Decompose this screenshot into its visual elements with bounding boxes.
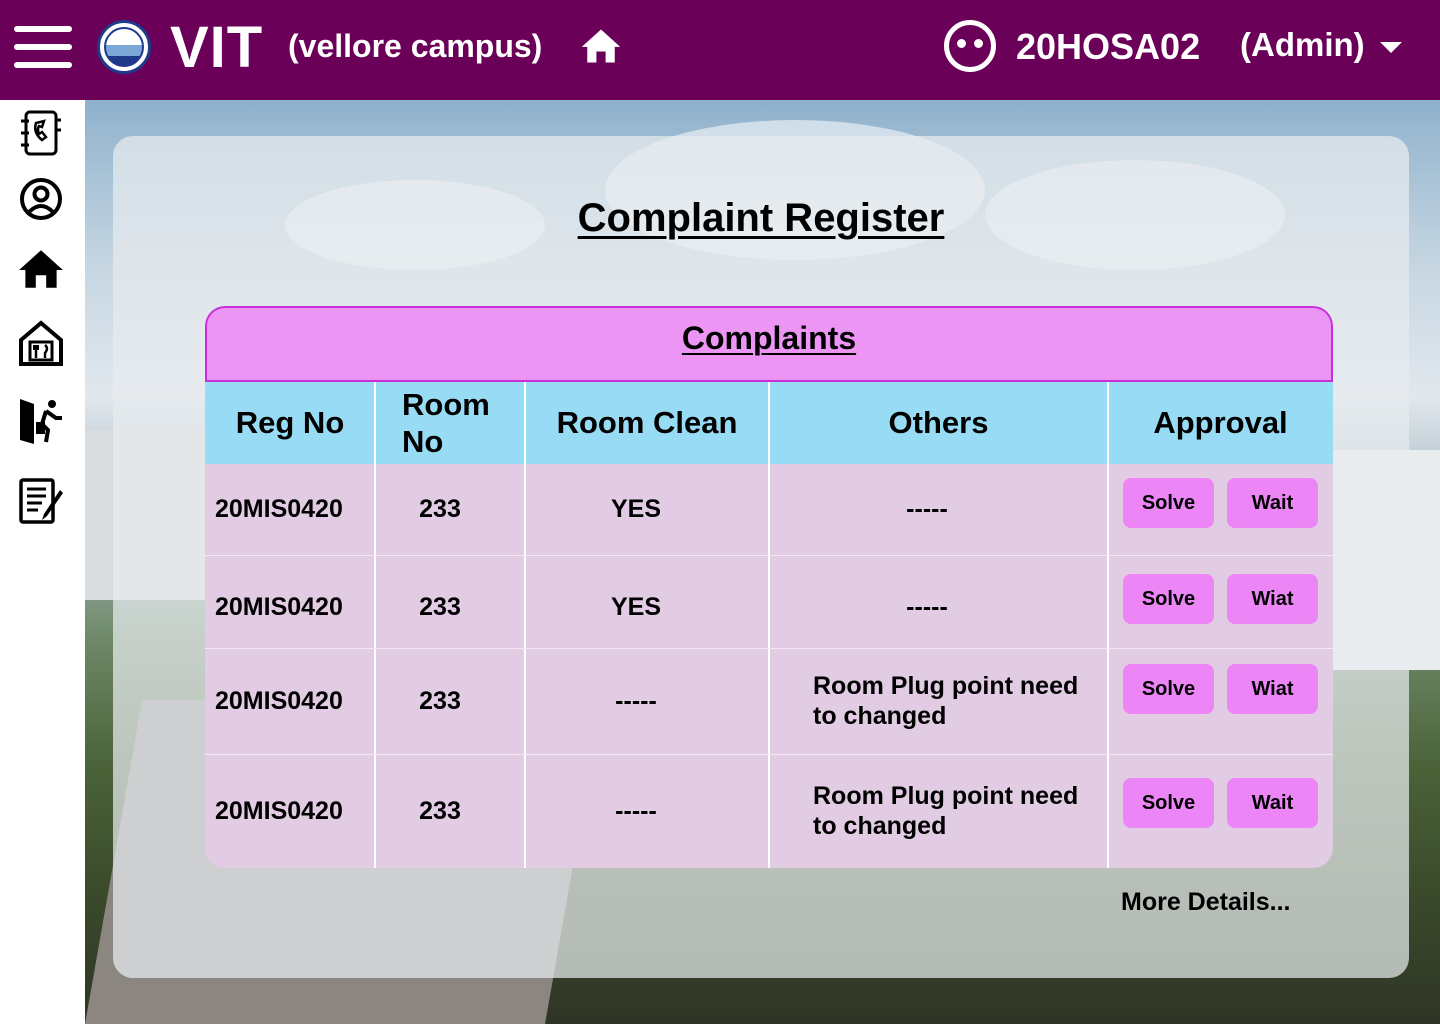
campus-name: (vellore campus): [288, 28, 543, 64]
vit-logo-icon: [97, 20, 151, 74]
complaint-form-icon[interactable]: [16, 474, 66, 528]
hamburger-menu-icon[interactable]: [14, 26, 72, 68]
others-cell: Room Plug point need to changed: [813, 672, 1079, 730]
others-cell: Room Plug point need to changed: [813, 782, 1079, 840]
sidebar: [0, 100, 85, 1024]
table-caption: Complaints: [681, 320, 857, 356]
more-details-link[interactable]: More Details...: [1121, 888, 1291, 917]
reg-no-cell: 20MIS0420: [215, 593, 343, 621]
table-row: 20MIS0420 233 ----- Room Plug point need…: [205, 648, 1333, 754]
page-title-wrap: Complaint Register: [113, 196, 1409, 241]
room-clean-cell: -----: [615, 796, 657, 825]
column-header-approval: Approval: [1153, 405, 1288, 441]
user-profile-icon[interactable]: [16, 172, 66, 226]
user-id: 20HOSA02: [1016, 26, 1201, 67]
column-header-room-clean: Room Clean: [556, 405, 738, 441]
contacts-book-icon[interactable]: [16, 106, 66, 160]
leave-exit-icon[interactable]: [16, 394, 66, 448]
page-title: Complaint Register: [577, 196, 945, 240]
room-clean-cell: YES: [610, 495, 662, 523]
wait-button[interactable]: Wiat: [1227, 574, 1318, 624]
table-row: 20MIS0420 233 YES ----- Solve Wait: [205, 464, 1333, 555]
others-cell: -----: [906, 593, 948, 621]
wait-button[interactable]: Wait: [1227, 778, 1318, 828]
column-header-room-no: Room No: [375, 382, 525, 464]
user-face-icon[interactable]: [944, 20, 996, 72]
reg-no-cell: 20MIS0420: [215, 796, 343, 825]
column-header-others: Others: [888, 405, 989, 441]
column-header-reg-no: Reg No: [235, 405, 345, 441]
home-icon[interactable]: [578, 24, 624, 68]
complaints-table: Complaints Reg No Room No Room Clean Oth…: [205, 306, 1333, 868]
solve-button[interactable]: Solve: [1123, 664, 1214, 714]
mess-dining-icon[interactable]: [16, 316, 66, 370]
table-caption-wrap: Complaints: [205, 306, 1333, 382]
brand-name: VIT: [170, 15, 264, 80]
room-no-cell: 233: [419, 796, 461, 825]
column-header-room-no-text: Room No: [402, 386, 490, 459]
table-row: 20MIS0420 233 YES ----- Solve Wiat: [205, 555, 1333, 648]
solve-button[interactable]: Solve: [1123, 478, 1214, 528]
wait-button[interactable]: Wait: [1227, 478, 1318, 528]
others-cell: -----: [906, 495, 948, 523]
wait-button[interactable]: Wiat: [1227, 664, 1318, 714]
room-no-cell: 233: [419, 593, 461, 621]
reg-no-cell: 20MIS0420: [215, 686, 343, 715]
room-clean-cell: YES: [610, 593, 662, 621]
reg-no-cell: 20MIS0420: [215, 495, 343, 523]
solve-button[interactable]: Solve: [1123, 778, 1214, 828]
table-row: 20MIS0420 233 ----- Room Plug point need…: [205, 754, 1333, 868]
user-role: (Admin): [1240, 26, 1365, 63]
room-no-cell: 233: [419, 686, 461, 715]
room-clean-cell: -----: [615, 686, 657, 715]
solve-button[interactable]: Solve: [1123, 574, 1214, 624]
chevron-down-icon[interactable]: [1380, 42, 1402, 53]
room-no-cell: 233: [419, 495, 461, 523]
home-icon[interactable]: [16, 242, 66, 296]
top-app-bar: VIT (vellore campus) 20HOSA02 (Admin): [0, 0, 1440, 100]
